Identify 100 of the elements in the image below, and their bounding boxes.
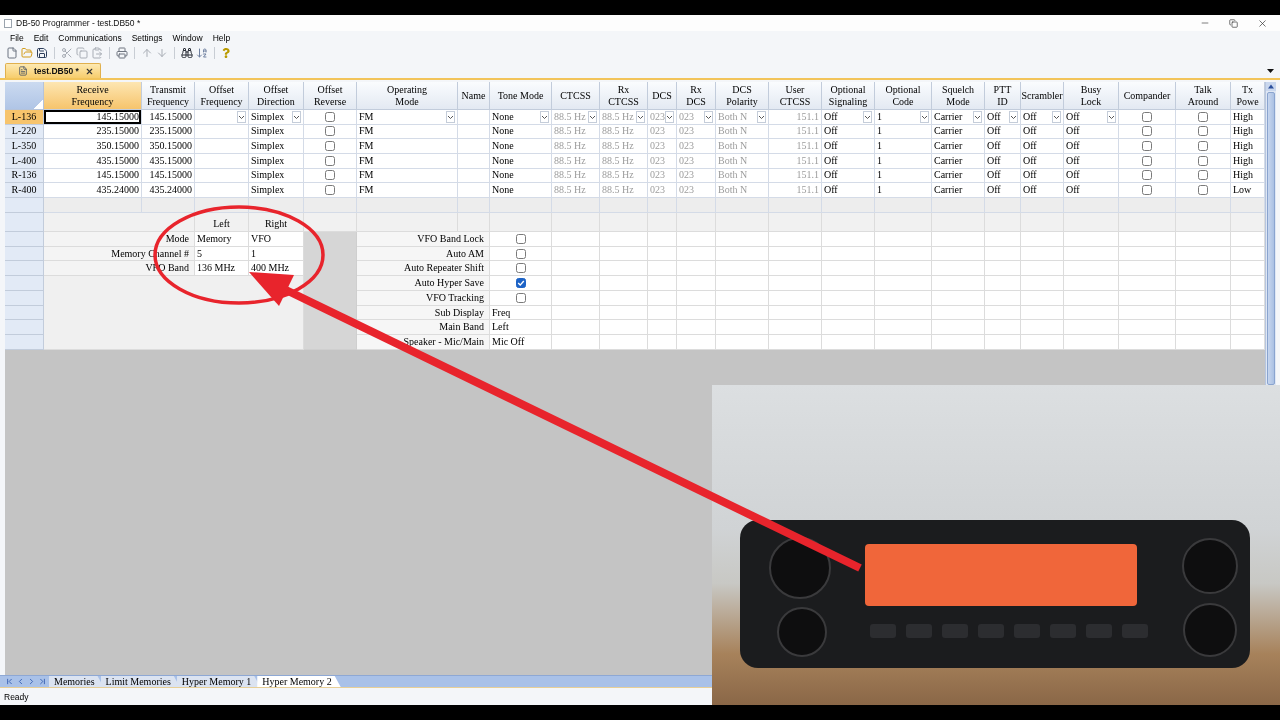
table-cell: Off bbox=[985, 139, 1021, 154]
new-file-icon[interactable] bbox=[6, 47, 18, 59]
checkbox[interactable] bbox=[1142, 126, 1152, 137]
checkbox[interactable] bbox=[1142, 185, 1152, 196]
column-header[interactable]: Offset Frequency bbox=[195, 82, 249, 110]
checkbox[interactable] bbox=[515, 233, 526, 244]
sheet-tab[interactable]: Limit Memories bbox=[100, 676, 180, 687]
checkbox[interactable] bbox=[1198, 111, 1208, 122]
checkbox[interactable] bbox=[1198, 141, 1208, 152]
column-header[interactable]: Rx DCS bbox=[677, 82, 716, 110]
combo-box[interactable]: Off bbox=[822, 110, 875, 125]
printer-icon[interactable] bbox=[116, 47, 128, 59]
checkbox[interactable] bbox=[1198, 155, 1208, 166]
table-cell: High bbox=[1231, 110, 1265, 125]
column-header[interactable]: Optional Code bbox=[875, 82, 932, 110]
row-header[interactable]: L-350 bbox=[5, 139, 44, 154]
table-cell: 151.1 bbox=[769, 110, 822, 125]
menu-item[interactable]: Window bbox=[167, 33, 208, 43]
combo-box[interactable]: Carrier bbox=[932, 110, 985, 125]
combo-box[interactable]: Off bbox=[985, 110, 1021, 125]
column-header[interactable]: DCS Polarity bbox=[716, 82, 769, 110]
table-cell: Both N bbox=[716, 183, 769, 198]
document-icon bbox=[18, 66, 28, 76]
checkbox[interactable] bbox=[325, 111, 335, 122]
table-cell: 88.5 Hz bbox=[600, 139, 648, 154]
menu-item[interactable]: Edit bbox=[28, 33, 54, 43]
checkbox[interactable] bbox=[325, 126, 335, 137]
field-label: Auto Repeater Shift bbox=[357, 261, 490, 277]
column-header[interactable]: Optional Signaling bbox=[822, 82, 875, 110]
combo-box[interactable]: Simplex bbox=[249, 110, 304, 125]
column-header[interactable]: Busy Lock bbox=[1064, 82, 1119, 110]
column-header[interactable]: Rx CTCSS bbox=[600, 82, 648, 110]
scroll-up-icon[interactable] bbox=[1266, 82, 1276, 91]
menu-item[interactable]: File bbox=[5, 33, 29, 43]
checkbox[interactable] bbox=[1142, 170, 1152, 181]
column-header[interactable]: Receive Frequency bbox=[44, 82, 142, 110]
table-cell: Off bbox=[1064, 139, 1119, 154]
menu-item[interactable]: Settings bbox=[126, 33, 168, 43]
column-header[interactable]: Name bbox=[458, 82, 490, 110]
checkbox[interactable] bbox=[1142, 155, 1152, 166]
table-cell: Off bbox=[822, 183, 875, 198]
window-title: DB-50 Programmer - test.DB50 * bbox=[16, 18, 142, 28]
checkbox[interactable] bbox=[515, 263, 526, 274]
document-tab[interactable]: test.DB50 * bbox=[5, 63, 101, 78]
column-header[interactable]: Scrambler bbox=[1021, 82, 1064, 110]
combo-box[interactable]: Off bbox=[1021, 110, 1064, 125]
checkbox[interactable] bbox=[515, 278, 526, 289]
table-cell: Simplex bbox=[249, 183, 304, 198]
row-header[interactable]: L-136 bbox=[5, 110, 44, 125]
checkbox[interactable] bbox=[515, 248, 526, 259]
table-cell: Off bbox=[1021, 183, 1064, 198]
column-header[interactable]: Transmit Frequency bbox=[142, 82, 195, 110]
checkbox[interactable] bbox=[325, 185, 335, 196]
table-cell: 136 MHz bbox=[195, 261, 249, 277]
restore-icon bbox=[1229, 18, 1238, 28]
checkbox[interactable] bbox=[1198, 185, 1208, 196]
scrollbar-thumb[interactable] bbox=[1267, 92, 1275, 385]
checkbox[interactable] bbox=[325, 141, 335, 152]
combo-box[interactable]: 1 bbox=[875, 110, 932, 125]
combo-box[interactable]: Off bbox=[1064, 110, 1119, 125]
column-header[interactable]: Tx Powe bbox=[1231, 82, 1265, 110]
checkbox[interactable] bbox=[1142, 111, 1152, 122]
column-header[interactable]: Squelch Mode bbox=[932, 82, 985, 110]
caret-down-icon[interactable] bbox=[1267, 68, 1274, 73]
sheet-tab[interactable]: Hyper Memory 2 bbox=[257, 676, 341, 687]
checkbox[interactable] bbox=[1198, 126, 1208, 137]
column-header[interactable]: DCS bbox=[648, 82, 677, 110]
column-header[interactable]: Operating Mode bbox=[357, 82, 458, 110]
row-header[interactable]: R-400 bbox=[5, 183, 44, 198]
table-cell: 350.15000 bbox=[142, 139, 195, 154]
sheet-tab[interactable]: Memories bbox=[49, 676, 104, 687]
table-cell: Low bbox=[1231, 183, 1265, 198]
save-icon[interactable] bbox=[36, 47, 48, 59]
column-header[interactable]: CTCSS bbox=[552, 82, 600, 110]
column-header[interactable]: Offset Direction bbox=[249, 82, 304, 110]
combo-box[interactable]: FM bbox=[357, 110, 458, 125]
binoculars-icon[interactable] bbox=[181, 47, 193, 59]
column-header[interactable]: Tone Mode bbox=[490, 82, 552, 110]
column-header[interactable]: Offset Reverse bbox=[304, 82, 357, 110]
menu-item[interactable]: Communications bbox=[53, 33, 127, 43]
close-icon[interactable] bbox=[84, 66, 94, 76]
checkbox[interactable] bbox=[325, 170, 335, 181]
column-header[interactable]: Compander bbox=[1119, 82, 1176, 110]
checkbox[interactable] bbox=[325, 155, 335, 166]
help-icon[interactable] bbox=[221, 48, 231, 58]
scrollbar-track[interactable] bbox=[1265, 82, 1276, 385]
checkbox[interactable] bbox=[515, 292, 526, 303]
checkbox[interactable] bbox=[1198, 170, 1208, 181]
column-header[interactable]: User CTCSS bbox=[769, 82, 822, 110]
menu-item[interactable]: Help bbox=[207, 33, 236, 43]
checkbox[interactable] bbox=[1142, 141, 1152, 152]
sort-icon[interactable] bbox=[196, 47, 208, 59]
table-cell: 023 bbox=[648, 183, 677, 198]
column-header[interactable]: PTT ID bbox=[985, 82, 1021, 110]
table-cell: Both N bbox=[716, 139, 769, 154]
column-header[interactable]: Talk Around bbox=[1176, 82, 1231, 110]
table-cell: Left bbox=[490, 320, 552, 336]
table-cell: 151.1 bbox=[769, 139, 822, 154]
combo-box[interactable]: None bbox=[490, 110, 552, 125]
table-cell: Carrier bbox=[932, 183, 985, 198]
